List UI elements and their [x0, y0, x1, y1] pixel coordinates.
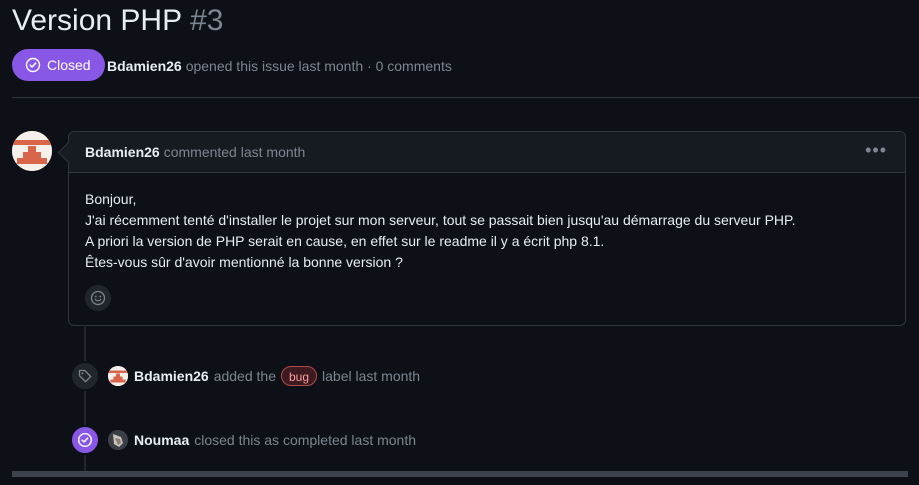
comment-line: A priori la version de PHP serait en cau…: [85, 233, 605, 249]
timeline-event-labeled: Bdamien26 added the bug label last month: [70, 361, 420, 391]
issue-title-text: Version PHP: [12, 4, 183, 37]
event-actor-link[interactable]: Bdamien26: [134, 368, 209, 384]
event-actor-link[interactable]: Noumaa: [134, 432, 189, 448]
comment-line: J'ai récemment tenté d'installer le proj…: [85, 212, 796, 228]
avatar[interactable]: [108, 430, 128, 450]
event-text: label last month: [322, 368, 421, 384]
issue-number: #3: [190, 4, 224, 37]
smiley-icon: [90, 290, 106, 306]
check-circle-icon: [25, 57, 41, 73]
comment-body: Bonjour, J'ai récemment tenté d'installe…: [69, 173, 905, 273]
issue-title: Version PHP #3: [12, 4, 223, 38]
comment-box: Bdamien26 commented last month ••• Bonjo…: [68, 131, 906, 326]
comment-line: Bonjour,: [85, 191, 137, 207]
issue-state-label: Closed: [47, 57, 91, 73]
kebab-horizontal-icon[interactable]: •••: [865, 141, 887, 159]
avatar-image: [12, 131, 52, 171]
header-divider: [12, 97, 919, 98]
issue-state-badge: Closed: [12, 49, 105, 81]
tag-icon: [70, 361, 100, 391]
label-bug[interactable]: bug: [281, 366, 318, 386]
avatar[interactable]: [108, 366, 128, 386]
comment-author-link[interactable]: Bdamien26: [85, 144, 160, 160]
issue-author-link[interactable]: Bdamien26: [107, 58, 182, 74]
comment-header: Bdamien26 commented last month •••: [69, 132, 905, 173]
timeline-event-closed: Noumaa closed this as completed last mon…: [70, 425, 416, 455]
check-circle-icon: [70, 425, 100, 455]
event-text: closed this as completed last month: [194, 432, 417, 448]
add-reaction-button[interactable]: [85, 285, 111, 311]
avatar[interactable]: [12, 131, 52, 171]
comment-meta[interactable]: commented last month: [164, 144, 306, 160]
issue-meta: Bdamien26 opened this issue last month · …: [107, 58, 452, 74]
comment-line: Êtes-vous sûr d'avoir mentionné la bonne…: [85, 254, 403, 270]
event-text: added the: [213, 368, 276, 384]
issue-opened-text: opened this issue last month · 0 comment…: [185, 58, 452, 74]
horizontal-scrollbar[interactable]: [12, 471, 908, 477]
